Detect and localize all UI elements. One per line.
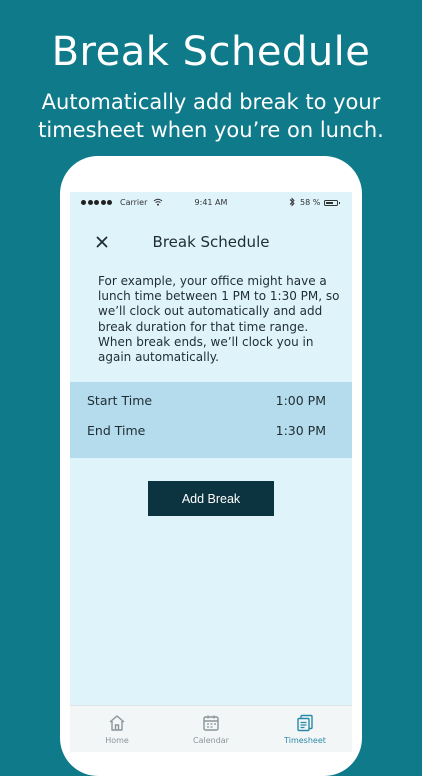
tab-home[interactable]: Home [70, 706, 164, 752]
tab-calendar-label: Calendar [193, 736, 229, 745]
break-description: For example, your office might have a lu… [98, 274, 340, 365]
end-time-label: End Time [87, 423, 146, 438]
timesheet-icon [297, 714, 313, 732]
tab-timesheet-label: Timesheet [284, 736, 326, 745]
tab-bar: Home Calendar Timesheet [70, 705, 352, 752]
app-screen: Carrier 9:41 AM 58 % Break Schedule For … [70, 192, 352, 752]
page-title: Break Schedule [152, 233, 270, 251]
tab-home-label: Home [105, 736, 129, 745]
start-time-label: Start Time [87, 393, 153, 408]
promo-subhead: Automatically add break to your timeshee… [0, 88, 422, 144]
calendar-icon [203, 715, 219, 731]
tab-calendar[interactable]: Calendar [164, 706, 258, 752]
end-time-value: 1:30 PM [275, 423, 326, 438]
end-time-row[interactable]: End Time 1:30 PM [87, 421, 326, 441]
battery-percentage: 58 % [300, 198, 321, 207]
bluetooth-icon [289, 197, 295, 207]
start-time-row[interactable]: Start Time 1:00 PM [87, 391, 326, 411]
battery-icon [324, 200, 340, 206]
tab-timesheet[interactable]: Timesheet [258, 706, 352, 752]
promo-subhead-line-2: timesheet when you’re on lunch. [38, 118, 384, 142]
status-bar: Carrier 9:41 AM 58 % [70, 192, 352, 216]
add-break-button[interactable]: Add Break [148, 481, 274, 516]
promo-subhead-line-1: Automatically add break to your [41, 90, 381, 114]
break-times-list: Start Time 1:00 PM End Time 1:30 PM [70, 382, 352, 458]
home-icon [109, 715, 125, 731]
start-time-value: 1:00 PM [275, 393, 326, 408]
promo-headline: Break Schedule [51, 29, 371, 75]
